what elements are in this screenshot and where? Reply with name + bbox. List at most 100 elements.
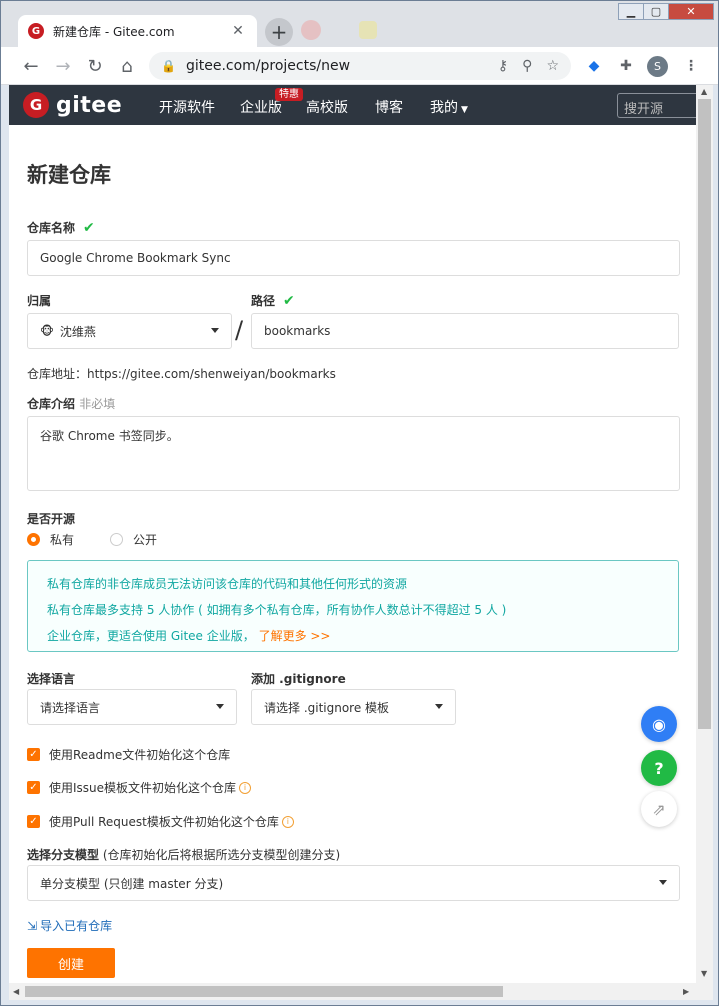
desc-label-text: 仓库介绍: [27, 397, 76, 411]
repo-address-label: 仓库地址：: [27, 367, 88, 381]
checkbox-readme[interactable]: ✓ 使用Readme文件初始化这个仓库: [27, 746, 230, 763]
chevron-down-icon: ▼: [461, 105, 468, 115]
language-select-value: 请选择语言: [40, 700, 101, 715]
checkbox-label: 使用Pull Request模板文件初始化这个仓库: [49, 815, 279, 829]
info-line: 私有仓库的非仓库成员无法访问该仓库的代码和其他任何形式的资源: [47, 577, 408, 591]
check-icon: ✔: [283, 293, 295, 309]
checkbox-label: 使用Issue模板文件初始化这个仓库: [49, 781, 237, 795]
scroll-down-icon[interactable]: ▼: [701, 969, 707, 978]
browser-tab[interactable]: G 新建仓库 - Gitee.com ✕: [18, 15, 257, 47]
radio-public[interactable]: 公开: [110, 531, 157, 548]
address-bar[interactable]: 🔒 gitee.com/projects/new ⚷ ⚲ ☆: [149, 52, 571, 80]
gitee-favicon-icon: G: [28, 23, 44, 39]
gitignore-select[interactable]: 请选择 .gitignore 模板: [251, 689, 456, 725]
owner-label: 归属: [27, 294, 52, 308]
create-button[interactable]: 创建: [27, 948, 115, 978]
desc-optional: 非必填: [79, 397, 116, 411]
tab-strip: G 新建仓库 - Gitee.com ✕ + ▁ ▢ ✕: [1, 1, 718, 47]
checkbox-label: 使用Readme文件初始化这个仓库: [49, 748, 231, 762]
radio-private-label: 私有: [50, 533, 75, 547]
page-title: 新建仓库: [27, 163, 111, 187]
radio-private[interactable]: 私有: [27, 531, 74, 548]
path-separator: /: [235, 316, 244, 344]
gitee-logo-text: gitee: [56, 92, 123, 118]
scroll-left-icon[interactable]: ◀: [13, 987, 19, 996]
reload-icon[interactable]: ↻: [82, 53, 108, 79]
branch-hint: (仓库初始化后将根据所选分支模型创建分支): [102, 848, 341, 862]
import-repo-link[interactable]: ⇲ 导入已有仓库: [27, 917, 112, 934]
desc-label: 仓库介绍 非必填: [27, 395, 115, 412]
checkbox-checked-icon: ✓: [27, 781, 40, 794]
new-tab-button[interactable]: +: [265, 18, 293, 46]
chevron-down-icon: [435, 704, 443, 709]
scroll-right-icon[interactable]: ▶: [683, 987, 689, 996]
checkbox-checked-icon: ✓: [27, 815, 40, 828]
site-search-input[interactable]: 搜开源: [617, 93, 696, 118]
dragged-tab-ghost-icon: [359, 21, 377, 39]
maximize-button[interactable]: ▢: [643, 3, 669, 20]
owner-select[interactable]: 🐵 沈维燕: [27, 313, 232, 349]
checkbox-pr-template[interactable]: ✓ 使用Pull Request模板文件初始化这个仓库 i: [27, 813, 294, 830]
chevron-down-icon: [659, 880, 667, 885]
page-viewport: G gitee 开源软件 企业版 特惠 高校版 博客 我的 ▼ 搜开源 新建仓库 …: [9, 85, 696, 983]
gitee-logo[interactable]: G gitee: [23, 92, 122, 118]
extension-tag-icon[interactable]: ◆: [583, 55, 605, 77]
nav-item-mine-label: 我的: [430, 100, 458, 116]
branch-model-select[interactable]: 单分支模型 (只创建 master 分支): [27, 865, 680, 901]
nav-item-mine[interactable]: 我的 ▼: [430, 97, 468, 117]
zoom-icon[interactable]: ⚲: [522, 58, 532, 74]
vertical-scroll-thumb[interactable]: [698, 99, 711, 729]
desc-textarea[interactable]: 谷歌 Chrome 书签同步。: [27, 416, 680, 491]
nav-item-education[interactable]: 高校版: [306, 97, 348, 117]
bookmark-star-icon[interactable]: ☆: [546, 58, 559, 74]
horizontal-scroll-thumb[interactable]: [25, 986, 503, 997]
browser-window: G 新建仓库 - Gitee.com ✕ + ▁ ▢ ✕ ← → ↻ ⌂ 🔒 g…: [0, 0, 719, 1006]
tab-close-icon[interactable]: ✕: [229, 23, 247, 39]
path-input[interactable]: bookmarks: [251, 313, 679, 349]
vertical-scrollbar[interactable]: ▲ ▼: [696, 85, 713, 983]
forward-arrow-icon[interactable]: →: [50, 53, 76, 79]
branch-select-value: 单分支模型 (只创建 master 分支): [40, 876, 224, 891]
lock-icon: 🔒: [161, 59, 176, 73]
gitignore-select-value: 请选择 .gitignore 模板: [264, 700, 390, 715]
repo-name-label-text: 仓库名称: [27, 221, 76, 235]
key-icon[interactable]: ⚷: [498, 58, 508, 74]
gitignore-label: 添加 .gitignore: [251, 672, 346, 686]
profile-avatar[interactable]: S: [647, 56, 668, 77]
language-label: 选择语言: [27, 672, 76, 686]
dragged-tab-ghost-icon: [301, 20, 321, 40]
owner-select-value: 沈维燕: [59, 324, 96, 339]
import-icon: ⇲: [27, 918, 38, 933]
extensions-puzzle-icon[interactable]: ✚: [615, 55, 637, 77]
back-arrow-icon[interactable]: ←: [18, 53, 44, 79]
scroll-up-icon[interactable]: ▲: [701, 87, 707, 96]
nav-item-opensource[interactable]: 开源软件: [159, 97, 215, 117]
repo-address-value: https://gitee.com/shenweiyan/bookmarks: [87, 367, 336, 381]
language-select[interactable]: 请选择语言: [27, 689, 237, 725]
info-line-text: 企业仓库，更适合使用 Gitee 企业版，: [47, 629, 255, 643]
url-text[interactable]: gitee.com/projects/new: [186, 58, 484, 74]
checkbox-issue-template[interactable]: ✓ 使用Issue模板文件初始化这个仓库 i: [27, 779, 252, 796]
info-tip-icon[interactable]: i: [281, 815, 294, 828]
share-icon[interactable]: ⇗: [641, 791, 677, 827]
radio-checked-icon: [27, 533, 40, 546]
tab-title: 新建仓库 - Gitee.com: [53, 24, 175, 39]
owner-avatar-icon: 🐵: [40, 324, 54, 338]
nav-item-blog[interactable]: 博客: [375, 97, 403, 117]
path-label-text: 路径: [251, 294, 276, 308]
home-icon[interactable]: ⌂: [114, 53, 140, 79]
info-line-enterprise: 企业仓库，更适合使用 Gitee 企业版， 了解更多 >>: [47, 623, 659, 649]
chat-bot-icon[interactable]: ◉: [641, 706, 677, 742]
import-link-text: 导入已有仓库: [40, 919, 113, 933]
minimize-button[interactable]: ▁: [618, 3, 644, 20]
info-tip-icon[interactable]: i: [239, 781, 252, 794]
gitee-logo-icon: G: [23, 92, 49, 118]
learn-more-link[interactable]: 了解更多 >>: [259, 629, 331, 643]
private-info-box: 私有仓库的非仓库成员无法访问该仓库的代码和其他任何形式的资源 私有仓库最多支持 …: [27, 560, 679, 652]
window-close-button[interactable]: ✕: [668, 3, 714, 20]
repo-name-input[interactable]: Google Chrome Bookmark Sync: [27, 240, 680, 276]
menu-kebab-icon[interactable]: ⋮: [680, 55, 702, 77]
help-button[interactable]: ?: [641, 750, 677, 786]
horizontal-scrollbar[interactable]: ◀ ▶: [9, 983, 713, 1000]
branch-label-text: 选择分支模型: [27, 848, 100, 862]
